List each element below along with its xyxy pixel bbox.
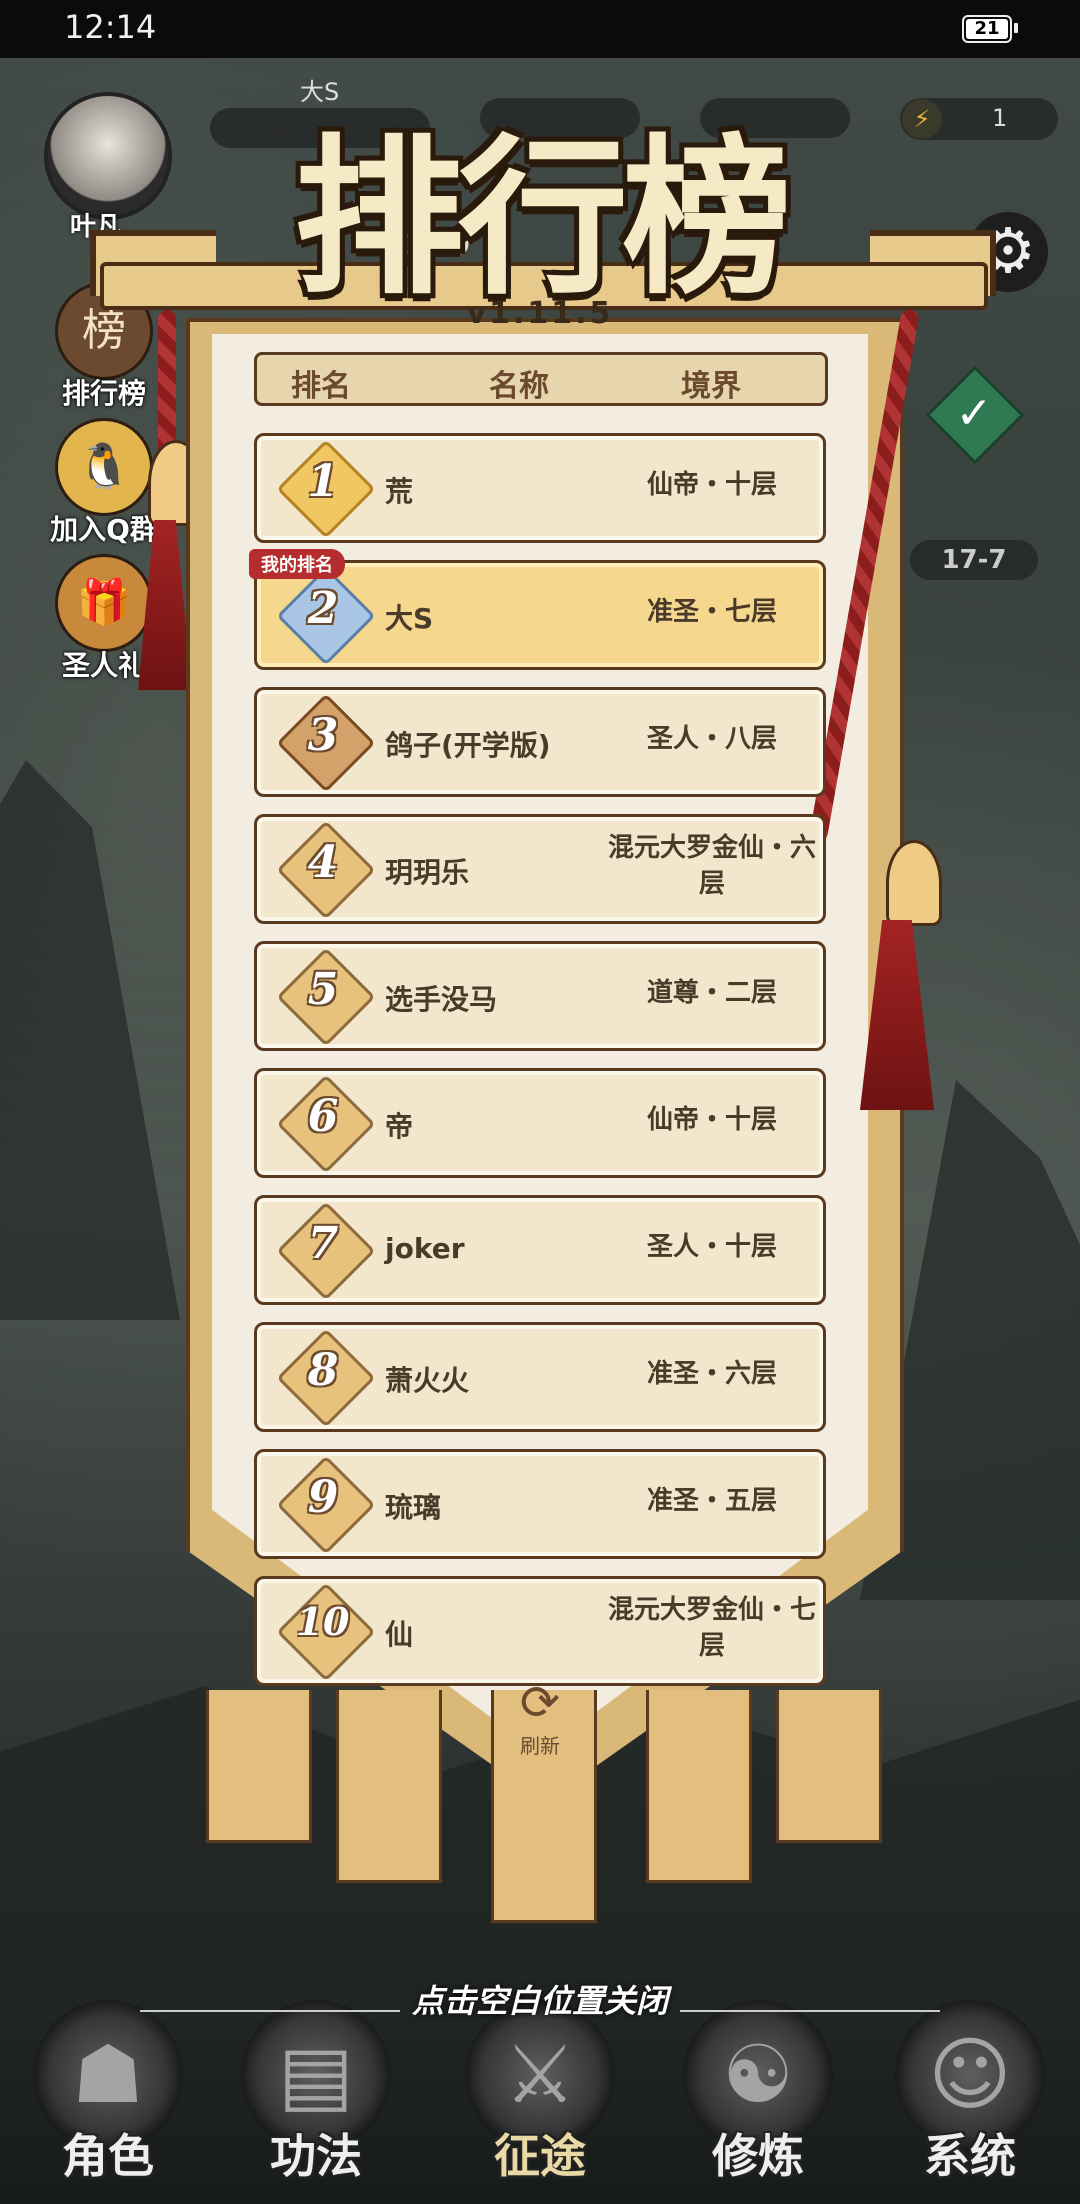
energy-value: 1 — [992, 104, 1008, 132]
player-realm: 混元大罗金仙・六层 — [607, 833, 816, 899]
player-name: 萧火火 — [385, 1364, 470, 1397]
leaderboard-row[interactable]: 7 joker 圣人・十层 — [254, 1195, 826, 1305]
leaderboard-row[interactable]: 10 仙 混元大罗金仙・七层 — [254, 1576, 826, 1686]
rank-number: 1 — [307, 456, 339, 507]
player-name: 大S — [385, 602, 434, 635]
player-avatar[interactable] — [44, 92, 172, 220]
player-name: 琉璃 — [385, 1491, 442, 1524]
version-label: v1.11.5 — [466, 296, 614, 331]
player-realm: 道尊・二层 — [646, 978, 777, 1008]
player-realm: 混元大罗金仙・七层 — [607, 1595, 816, 1661]
rank-number: 2 — [307, 583, 339, 634]
nav-tab-skills[interactable]: ▤ 功法 — [226, 1990, 406, 2204]
leaderboard-row[interactable]: 8 萧火火 准圣・六层 — [254, 1322, 826, 1432]
player-realm: 圣人・八层 — [646, 724, 777, 754]
battery-icon: 21 — [962, 15, 1018, 43]
rank-number: 3 — [307, 710, 339, 761]
stage-indicator-right: 17-7 — [910, 540, 1038, 580]
player-realm: 准圣・七层 — [646, 597, 777, 627]
rank-number: 4 — [307, 837, 339, 888]
rank-number: 8 — [307, 1345, 339, 1396]
header-rank: 排名 — [291, 369, 351, 404]
penguin-icon: 🐧 — [55, 418, 153, 516]
rank-number: 6 — [307, 1091, 339, 1142]
player-name: 选手没马 — [385, 983, 498, 1016]
player-realm: 准圣・六层 — [646, 1359, 777, 1389]
refresh-icon: ⟳ — [519, 1675, 561, 1731]
status-bar: 12:14 21 — [0, 0, 1080, 58]
player-name: 帝 — [385, 1110, 414, 1143]
player-realm: 仙帝・十层 — [646, 470, 777, 500]
rank-number: 9 — [307, 1472, 339, 1523]
bell-ornament-right — [886, 840, 942, 926]
side-button-join-group[interactable]: 🐧 加入Q群 — [44, 418, 164, 548]
player-realm: 准圣・五层 — [646, 1486, 777, 1516]
player-name: 玥玥乐 — [385, 856, 470, 889]
leaderboard-list: 1 荒 仙帝・十层 2 大S 准圣・七层 我的排名 3 鸽子(开学版) 圣人・八… — [249, 433, 826, 1703]
fringe-tab — [336, 1690, 442, 1883]
close-hint: 点击空白位置关闭 — [411, 1982, 668, 2020]
nav-tab-label: 功法 — [270, 2129, 362, 2183]
status-time: 12:14 — [64, 8, 157, 46]
nav-tab-system[interactable]: ☺ 系统 — [880, 1990, 1060, 2204]
player-realm: 圣人・十层 — [646, 1232, 777, 1262]
leaderboard-row[interactable]: 9 琉璃 准圣・五层 — [254, 1449, 826, 1559]
nav-tab-label: 系统 — [924, 2129, 1016, 2183]
leaderboard-row[interactable]: 3 鸽子(开学版) 圣人・八层 — [254, 687, 826, 797]
nav-tab-character[interactable]: ☗ 角色 — [18, 1990, 198, 2204]
nav-tab-journey[interactable]: ⚔ 征途 — [450, 1990, 630, 2204]
player-name: 仙 — [385, 1618, 414, 1651]
nav-tab-cultivation[interactable]: ☯ 修炼 — [668, 1990, 848, 2204]
side-button-label: 排行榜 — [61, 377, 146, 410]
nav-tab-label: 征途 — [494, 2129, 586, 2183]
fringe-tab — [776, 1690, 882, 1843]
checkmark-icon: ✓ — [955, 388, 993, 439]
bottom-nav: ☗ 角色 ▤ 功法 ⚔ 征途 ☯ 修炼 ☺ 系统 — [0, 1990, 1080, 2204]
header-name: 名称 — [489, 369, 549, 404]
fringe-tab — [206, 1690, 312, 1843]
nav-tab-label: 修炼 — [712, 2129, 804, 2183]
my-rank-tag: 我的排名 — [249, 549, 345, 579]
leaderboard-row[interactable]: 5 选手没马 道尊・二层 — [254, 941, 826, 1051]
refresh-button[interactable]: ⟳ 刷新 — [500, 1676, 580, 1759]
side-button-label: 加入Q群 — [50, 513, 158, 546]
player-name: 荒 — [385, 475, 414, 508]
rank-number: 5 — [307, 964, 339, 1015]
nav-tab-label: 角色 — [62, 2129, 154, 2183]
lightning-icon: ⚡ — [902, 99, 942, 139]
player-name: joker — [385, 1232, 465, 1265]
gift-icon: 🎁 — [55, 554, 153, 652]
leaderboard-row[interactable]: 4 玥玥乐 混元大罗金仙・六层 — [254, 814, 826, 924]
rank-number: 10 — [296, 1599, 350, 1644]
leaderboard-row-my-rank[interactable]: 2 大S 准圣・七层 我的排名 — [249, 549, 826, 670]
leaderboard-row[interactable]: 6 帝 仙帝・十层 — [254, 1068, 826, 1178]
player-name: 鸽子(开学版) — [385, 729, 551, 762]
energy-counter[interactable]: ⚡ 1 — [900, 98, 1058, 140]
leaderboard-header: 排名 名称 境界 — [254, 352, 828, 406]
rank-number: 7 — [307, 1218, 339, 1269]
leaderboard-row[interactable]: 1 荒 仙帝・十层 — [254, 433, 826, 543]
battery-level: 21 — [966, 19, 1008, 39]
battery-tip — [1014, 23, 1018, 33]
refresh-label: 刷新 — [520, 1734, 560, 1758]
header-realm: 境界 — [681, 369, 741, 404]
fringe-tab — [646, 1690, 752, 1883]
player-realm: 仙帝・十层 — [646, 1105, 777, 1135]
leaderboard-title: 排行榜 — [293, 118, 792, 318]
